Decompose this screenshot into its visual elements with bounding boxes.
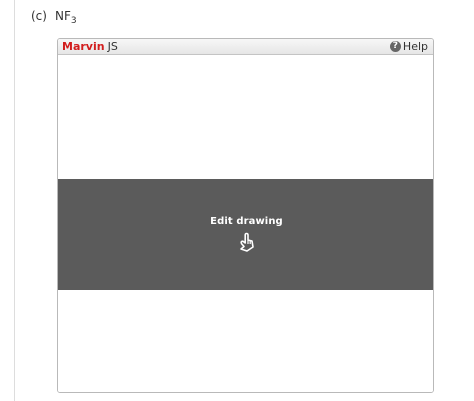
question-part-label: (c) bbox=[31, 9, 47, 23]
brand-suffix: JS bbox=[107, 40, 118, 53]
question-circle-icon: ? bbox=[389, 41, 401, 52]
question-heading: (c) NF3 bbox=[31, 9, 77, 26]
pointing-hand-icon bbox=[240, 232, 254, 252]
editor-brand: Marvin JS bbox=[62, 39, 118, 54]
edit-drawing-overlay[interactable]: Edit drawing bbox=[58, 179, 433, 290]
formula-main: NF bbox=[54, 9, 71, 23]
formula-subscript: 3 bbox=[70, 16, 77, 26]
brand-name: Marvin bbox=[62, 40, 105, 53]
help-button[interactable]: ? Help bbox=[389, 39, 428, 54]
marvin-js-editor: Marvin JS ? Help Edit drawing bbox=[57, 38, 434, 393]
help-label: Help bbox=[402, 40, 428, 53]
left-margin-rule bbox=[14, 0, 15, 401]
editor-titlebar: Marvin JS ? Help bbox=[58, 39, 433, 55]
page: (c) NF3 Marvin JS ? Help Edit drawing bbox=[0, 0, 474, 401]
edit-drawing-label: Edit drawing bbox=[210, 216, 283, 227]
